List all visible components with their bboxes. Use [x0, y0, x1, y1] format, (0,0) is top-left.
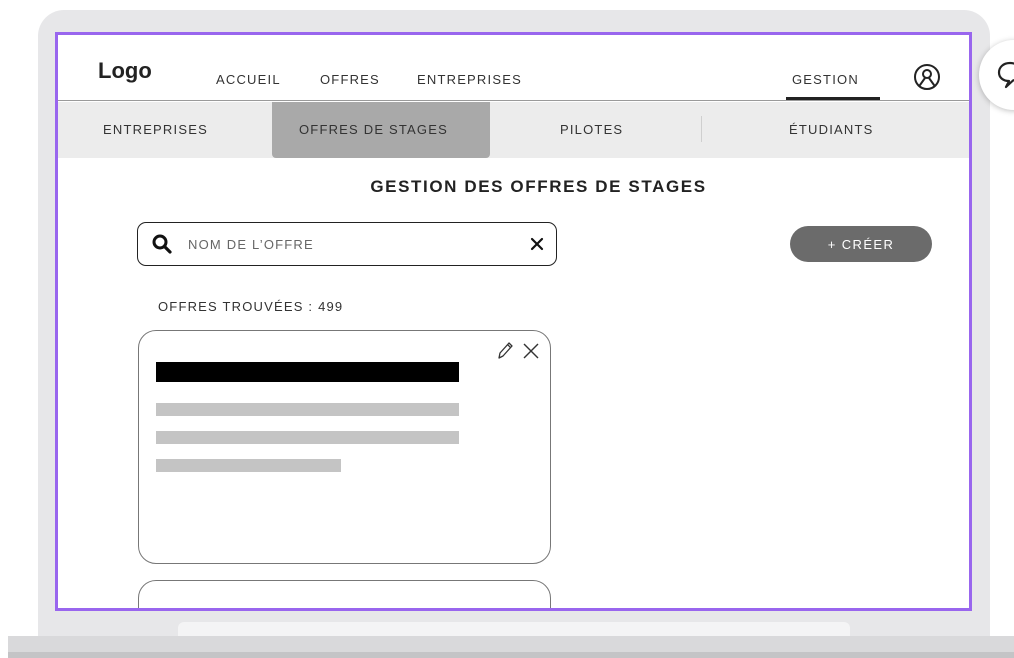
logo[interactable]: Logo [98, 58, 152, 84]
laptop-hinge [178, 622, 850, 636]
offer-card[interactable] [138, 580, 551, 608]
offer-title-placeholder [156, 362, 459, 382]
tab-offres-de-stages[interactable]: OFFRES DE STAGES [299, 122, 448, 137]
nav-link-gestion[interactable]: GESTION [792, 72, 859, 87]
close-icon[interactable] [521, 341, 541, 361]
nav-link-offres[interactable]: OFFRES [320, 72, 380, 87]
active-nav-underline [786, 97, 880, 100]
laptop-base [8, 636, 1014, 658]
results-label: OFFRES TROUVÉES : [158, 299, 319, 314]
search-icon [152, 234, 172, 254]
search-box[interactable] [137, 222, 557, 266]
close-icon[interactable] [529, 236, 545, 252]
page-title: GESTION DES OFFRES DE STAGES [370, 177, 707, 196]
top-navbar: Logo ACCUEIL OFFRES ENTREPRISES GESTION [58, 35, 969, 101]
nav-link-entreprises[interactable]: ENTREPRISES [417, 72, 522, 87]
tab-divider [701, 116, 702, 142]
create-button[interactable]: + CRÉER [790, 226, 932, 262]
search-input[interactable] [188, 233, 508, 255]
sub-navbar: ENTREPRISES OFFRES DE STAGES PILOTES ÉTU… [58, 102, 969, 158]
nav-link-accueil[interactable]: ACCUEIL [216, 72, 281, 87]
tab-etudiants[interactable]: ÉTUDIANTS [789, 122, 873, 137]
results-count: OFFRES TROUVÉES : 499 [158, 299, 343, 314]
user-circle-icon[interactable] [913, 63, 941, 91]
offer-text-placeholder [156, 459, 341, 472]
tab-entreprises[interactable]: ENTREPRISES [103, 122, 208, 137]
app-screen: Logo ACCUEIL OFFRES ENTREPRISES GESTION … [55, 32, 972, 611]
offer-text-placeholder [156, 403, 459, 416]
chat-bubble-icon [997, 61, 1014, 89]
offer-text-placeholder [156, 431, 459, 444]
results-number: 499 [318, 299, 344, 314]
offer-card[interactable] [138, 330, 551, 564]
tab-pilotes[interactable]: PILOTES [560, 122, 623, 137]
pencil-icon[interactable] [495, 340, 515, 362]
